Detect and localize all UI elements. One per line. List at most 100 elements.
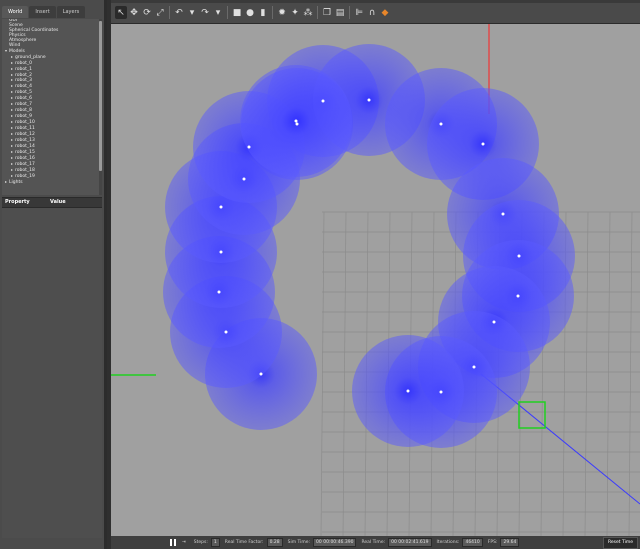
toolbar-separator <box>349 6 350 19</box>
robot-marker <box>367 98 371 102</box>
tab-0[interactable]: World <box>2 6 29 18</box>
real-time-label: Real Time: <box>361 540 386 545</box>
tree-item-label: Lights <box>9 179 23 185</box>
robot-marker <box>219 205 223 209</box>
snap-icon[interactable]: ∩ <box>366 6 378 19</box>
point-light-icon[interactable]: ✹ <box>276 6 288 19</box>
align-icon[interactable]: ⊫ <box>353 6 365 19</box>
rtf-label: Real Time Factor: <box>224 540 264 545</box>
directional-light-icon[interactable]: ⁂ <box>302 6 314 19</box>
robot-marker <box>516 294 520 298</box>
cylinder-shape-icon[interactable]: ▮ <box>257 6 269 19</box>
iterations-value: 46410 <box>462 538 483 547</box>
left-panel: World Insert Layers GUI Scene Spherical Coor… <box>0 0 107 549</box>
real-time-value: 00 00:02:41.619 <box>388 538 432 547</box>
tree-item-label: robot_12 <box>15 132 35 138</box>
tree-item-label: Wind <box>9 42 21 48</box>
scene-viewport[interactable] <box>111 24 640 536</box>
tree-item-label: robot_4 <box>15 84 32 90</box>
tree-item-label: robot_15 <box>15 149 35 155</box>
tree-item-label: robot_9 <box>15 114 32 120</box>
tree-item-label: robot_1 <box>15 66 32 72</box>
pause-button[interactable] <box>169 538 177 547</box>
robot-marker <box>472 365 476 369</box>
tree-item[interactable]: ▸ Lights <box>2 179 102 186</box>
tree-item-label: robot_6 <box>15 96 32 102</box>
spot-light-icon[interactable]: ✦ <box>289 6 301 19</box>
robot-marker <box>259 372 263 376</box>
fps-label: FPS: <box>487 540 498 545</box>
robot-marker <box>295 122 299 126</box>
panel-tabs: World Insert Layers <box>2 6 86 18</box>
status-bar: ⇥ Steps: 1 Real Time Factor: 0.28 Sim Ti… <box>111 536 640 549</box>
toolbar: ↖ ✥ ⟳ ⤢ ↶ ▾ ↷ ▾ ■ ● ▮ ✹ ✦ ⁂ ❐ ▤ ⊫ ∩ ◆ <box>111 3 640 24</box>
sim-time-label: Sim Time: <box>287 540 311 545</box>
robot-marker <box>492 320 496 324</box>
property-column-label: Property <box>5 199 30 205</box>
toolbar-separator <box>169 6 170 19</box>
property-header: Property Value <box>2 197 102 208</box>
tree-scroll-thumb[interactable] <box>99 21 102 171</box>
rtf-value: 0.28 <box>266 538 283 547</box>
tree-item-label: robot_13 <box>15 138 35 144</box>
robot-marker <box>501 212 505 216</box>
robot-marker <box>219 250 223 254</box>
value-column-label: Value <box>50 199 66 205</box>
robot-marker <box>406 389 410 393</box>
toolbar-separator <box>317 6 318 19</box>
tree-item-label: robot_7 <box>15 102 32 108</box>
robot-marker <box>321 99 325 103</box>
tree-item-label: robot_2 <box>15 72 32 78</box>
tree-item-label: robot_10 <box>15 120 35 126</box>
robot-marker <box>242 177 246 181</box>
scene-canvas[interactable] <box>111 24 640 536</box>
toolbar-separator <box>272 6 273 19</box>
robot-marker <box>217 290 221 294</box>
tree-item-label: robot_8 <box>15 108 32 114</box>
undo-icon[interactable]: ↶ <box>173 6 185 19</box>
steps-label: Steps: <box>193 540 208 545</box>
property-panel <box>2 208 102 538</box>
rotate-icon[interactable]: ⟳ <box>141 6 153 19</box>
sphere-shape-icon[interactable]: ● <box>244 6 256 19</box>
tree-item-label: ground_plane <box>15 54 46 60</box>
toolbar-separator <box>227 6 228 19</box>
tree-item-label: robot_16 <box>15 155 35 161</box>
redo-icon[interactable]: ↷ <box>199 6 211 19</box>
tree-item-label: robot_17 <box>15 161 35 167</box>
scale-icon[interactable]: ⤢ <box>154 6 166 19</box>
tree-item-label: robot_5 <box>15 90 32 96</box>
paste-icon[interactable]: ▤ <box>334 6 346 19</box>
sensor-ranges <box>163 44 575 448</box>
copy-icon[interactable]: ❐ <box>321 6 333 19</box>
tree-scrollbar[interactable] <box>99 19 102 195</box>
step-icon[interactable]: ⇥ <box>182 540 186 545</box>
tree-item-label: robot_18 <box>15 167 35 173</box>
steps-field[interactable]: 1 <box>210 538 220 547</box>
selection-box <box>518 401 546 429</box>
redo-dropdown-icon[interactable]: ▾ <box>212 6 224 19</box>
robot-marker <box>247 145 251 149</box>
select-arrow-icon[interactable]: ↖ <box>115 6 127 19</box>
robot-marker <box>517 254 521 258</box>
world-tree: GUI Scene Spherical Coordinates Physics Atmo… <box>2 19 102 195</box>
pause-icon <box>170 539 176 546</box>
tab-1[interactable]: Insert <box>29 6 56 18</box>
translate-icon[interactable]: ✥ <box>128 6 140 19</box>
iterations-label: Iterations: <box>436 540 460 545</box>
robot-marker <box>224 330 228 334</box>
tree-item-label: Models <box>9 48 25 54</box>
fps-value: 29.64 <box>500 538 520 547</box>
reset-time-button[interactable]: Reset Time <box>602 536 638 549</box>
robot-marker <box>481 142 485 146</box>
tree-item-label: robot_14 <box>15 143 35 149</box>
robot-marker <box>439 122 443 126</box>
tree-item-label: robot_11 <box>15 126 35 132</box>
screenshot-icon[interactable]: ◆ <box>379 6 391 19</box>
robot-marker <box>294 119 298 123</box>
undo-dropdown-icon[interactable]: ▾ <box>186 6 198 19</box>
box-shape-icon[interactable]: ■ <box>231 6 243 19</box>
tab-2[interactable]: Layers <box>56 6 86 18</box>
robot-marker <box>439 390 443 394</box>
tree-item-label: robot_0 <box>15 60 32 66</box>
